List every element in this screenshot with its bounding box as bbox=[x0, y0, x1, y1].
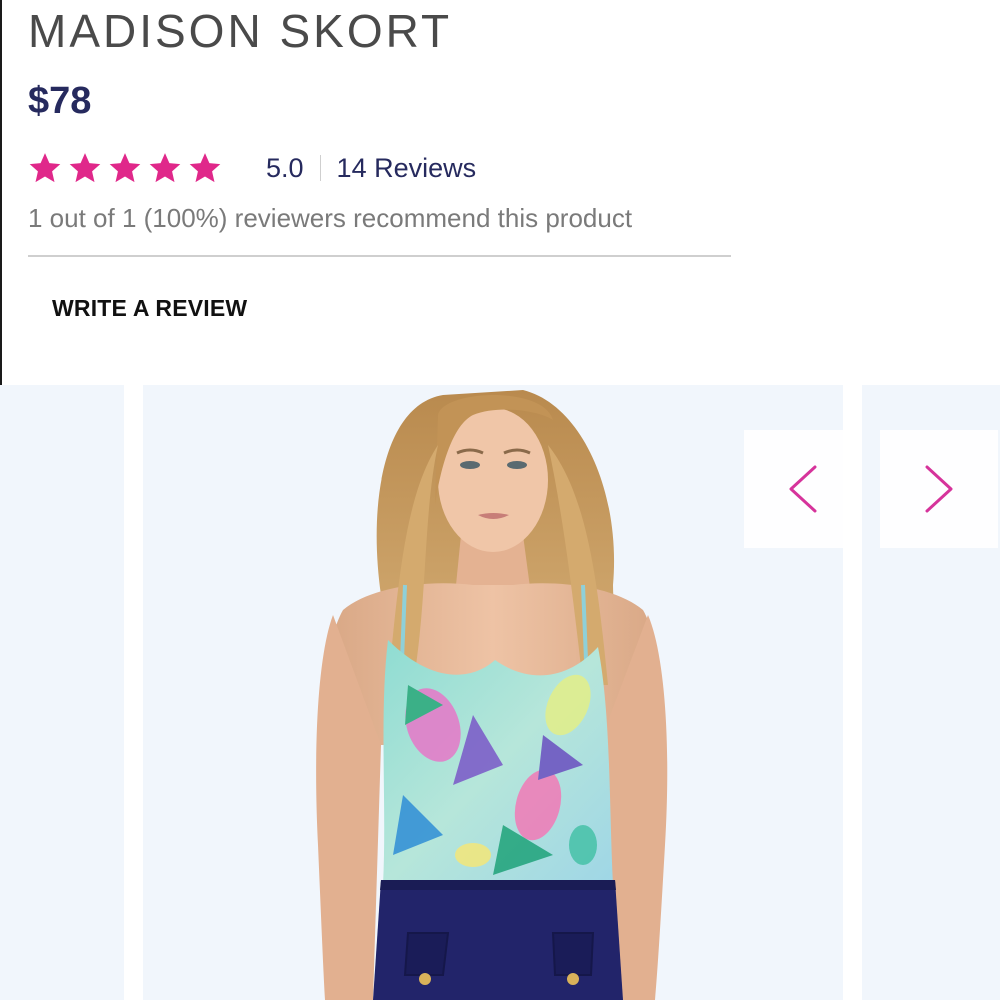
rating-value: 5.0 bbox=[266, 152, 304, 183]
rating-summary: 5.0 14 Reviews bbox=[28, 146, 476, 190]
left-edge-rule bbox=[0, 0, 2, 385]
star-rating bbox=[28, 151, 222, 185]
star-icon bbox=[29, 153, 61, 183]
product-price: $78 bbox=[28, 80, 92, 122]
section-divider bbox=[28, 255, 731, 257]
carousel-next-button[interactable] bbox=[880, 430, 998, 548]
product-image-carousel[interactable] bbox=[0, 385, 1000, 1000]
chevron-left-icon bbox=[789, 465, 817, 513]
product-page: MADISON SKORT $78 5.0 14 Reviews 1 out o… bbox=[0, 0, 1000, 1000]
reviews-count-link[interactable]: 14 Reviews bbox=[337, 153, 477, 184]
star-icon bbox=[189, 153, 221, 183]
star-icon bbox=[69, 153, 101, 183]
carousel-prev-button[interactable] bbox=[744, 430, 862, 548]
carousel-slide-previous[interactable] bbox=[0, 385, 124, 1000]
star-icon bbox=[109, 153, 141, 183]
rating-separator bbox=[319, 155, 321, 181]
recommendation-text: 1 out of 1 (100%) reviewers recommend th… bbox=[28, 203, 633, 233]
product-image bbox=[316, 390, 668, 1000]
chevron-right-icon bbox=[925, 465, 953, 513]
carousel-slide-current[interactable] bbox=[143, 385, 843, 1000]
product-title: MADISON SKORT bbox=[28, 5, 453, 57]
star-icon bbox=[149, 153, 181, 183]
write-review-button[interactable]: WRITE A REVIEW bbox=[52, 295, 247, 322]
